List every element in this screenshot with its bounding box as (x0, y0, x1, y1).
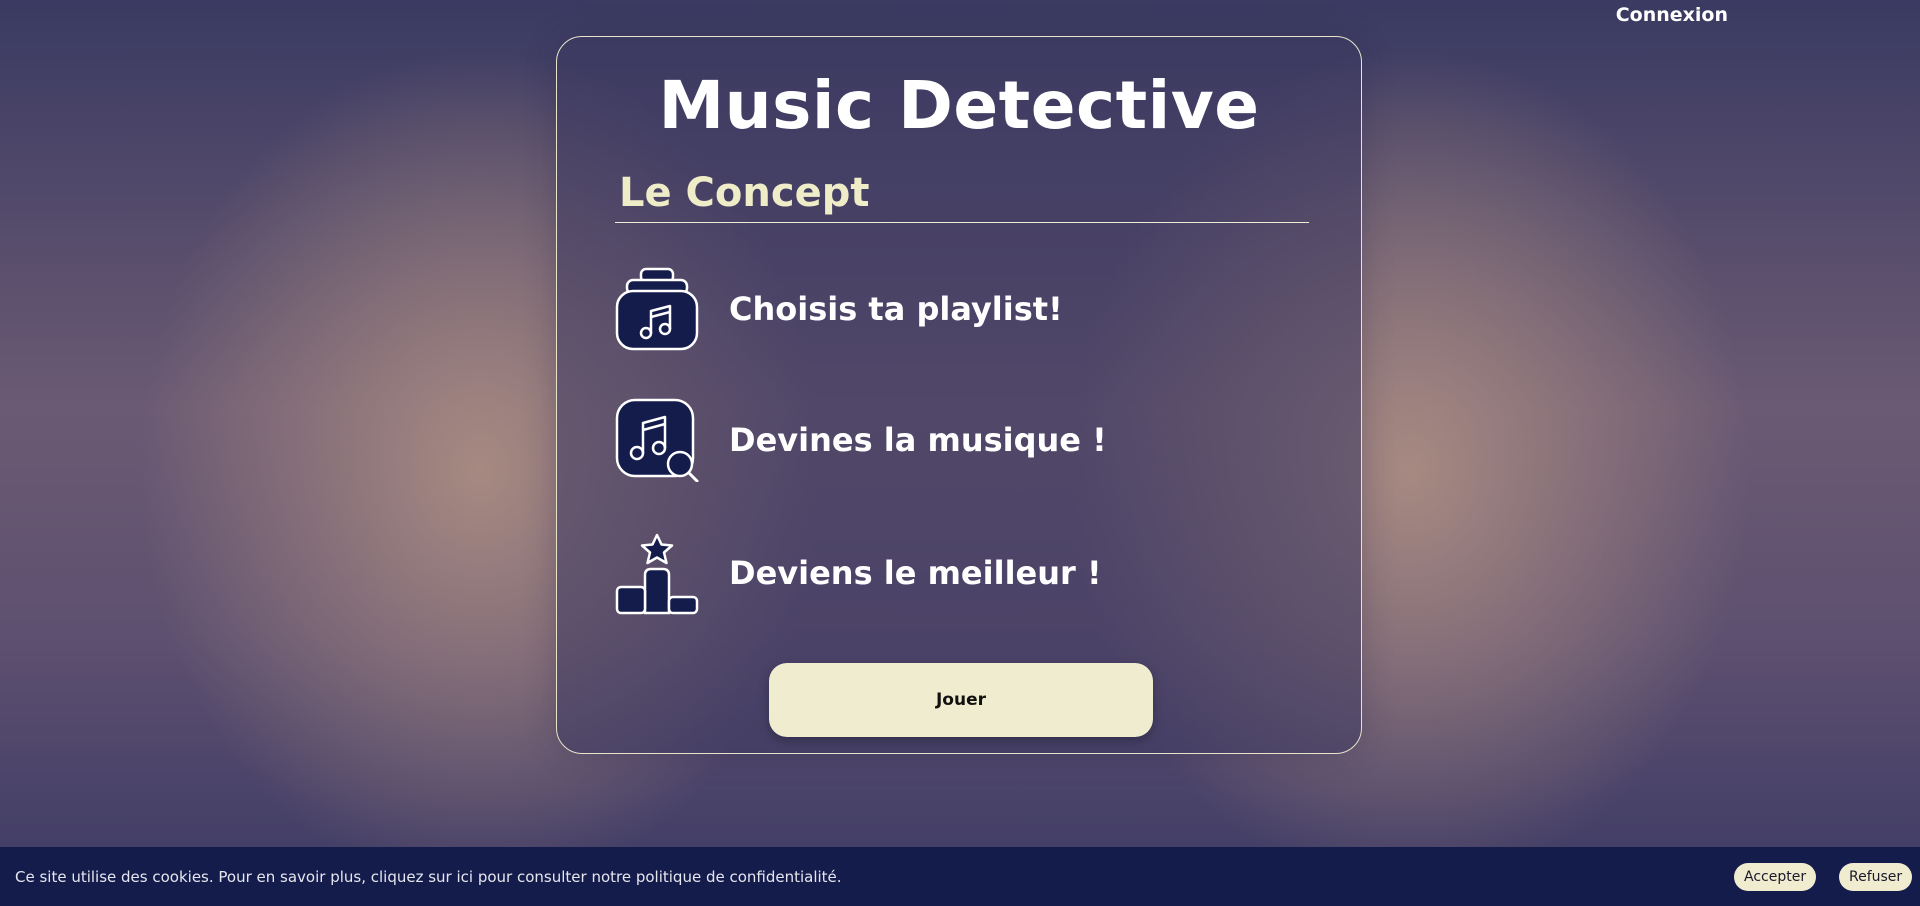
login-link[interactable]: Connexion (1616, 4, 1728, 26)
step-label: Deviens le meilleur ! (729, 554, 1102, 592)
music-bag-icon (615, 267, 699, 351)
page-title: Music Detective (658, 67, 1260, 144)
step-be-the-best: Deviens le meilleur ! (615, 531, 1102, 615)
refuse-cookies-button[interactable]: Refuser (1839, 863, 1913, 891)
step-choose-playlist: Choisis ta playlist! (615, 267, 1063, 351)
cookie-banner: Ce site utilise des cookies. Pour en sav… (0, 847, 1920, 906)
cookie-message: Ce site utilise des cookies. Pour en sav… (15, 867, 842, 886)
accept-cookies-button[interactable]: Accepter (1734, 863, 1817, 891)
step-guess-music: Devines la musique ! (615, 398, 1107, 482)
concept-card: Music Detective Le Concept Choisis ta pl… (556, 36, 1362, 754)
step-label: Devines la musique ! (729, 421, 1107, 459)
step-label: Choisis ta playlist! (729, 290, 1063, 328)
music-search-icon (615, 398, 699, 482)
play-button[interactable]: Jouer (769, 663, 1153, 737)
podium-star-icon (615, 531, 699, 615)
section-title: Le Concept (615, 170, 1309, 223)
